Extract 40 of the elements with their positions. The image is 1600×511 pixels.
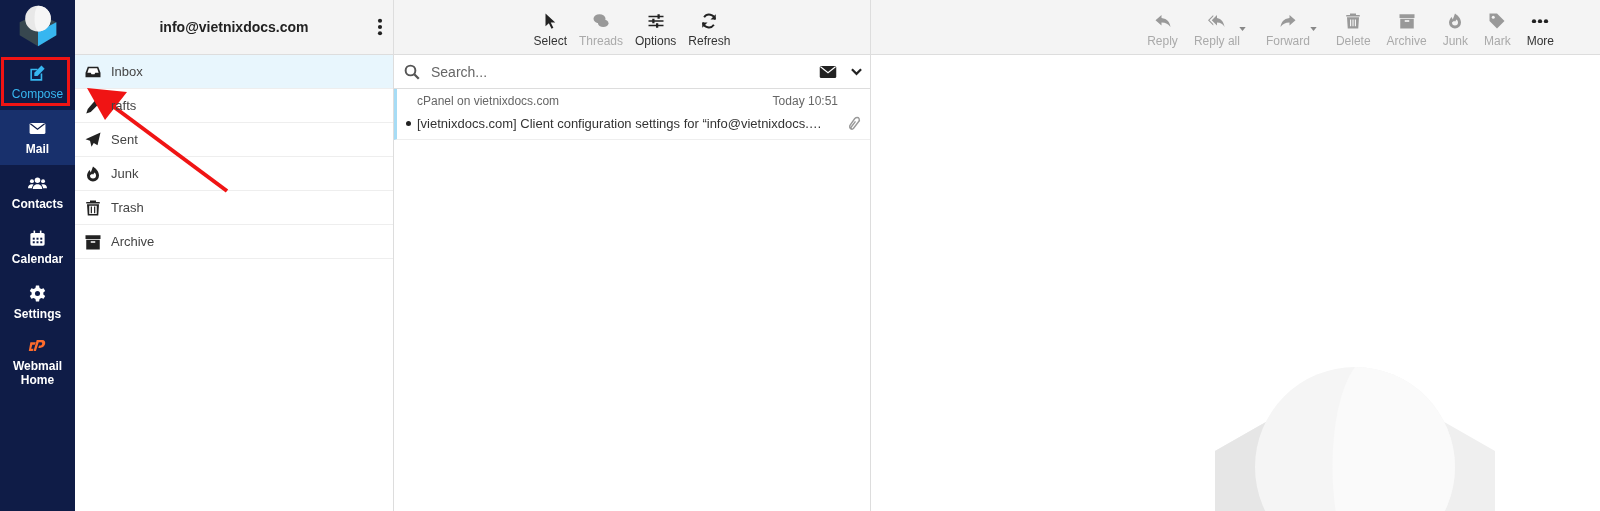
- message-subject: [vietnixdocs.com] Client configuration settings for “info@vietnixdocs.…: [417, 116, 823, 131]
- folder-item[interactable]: Inbox: [75, 55, 393, 89]
- paper-plane-icon: [84, 130, 102, 149]
- gear-icon: [28, 284, 47, 303]
- calendar-icon: [28, 229, 47, 248]
- folder-item[interactable]: Junk: [75, 157, 393, 191]
- nav-item[interactable]: Webmail Home: [0, 330, 75, 392]
- more-menu-icon[interactable]: [377, 18, 383, 36]
- nav-item[interactable]: Compose: [0, 55, 75, 110]
- account-email: info@vietnixdocs.com: [159, 19, 309, 35]
- toolbar-button[interactable]: More: [1518, 6, 1562, 48]
- trash-icon: [84, 198, 102, 217]
- message-sender: cPanel on vietnixdocs.com: [417, 94, 560, 108]
- tag-icon: [1488, 12, 1507, 30]
- highlight-frame: [1, 57, 70, 106]
- nav-item[interactable]: Calendar: [0, 220, 75, 275]
- archive-box-icon: [84, 232, 102, 251]
- toolbar-button[interactable]: Select: [528, 6, 572, 48]
- nav-item[interactable]: Contacts: [0, 165, 75, 220]
- compose-icon: [28, 64, 47, 83]
- message-row[interactable]: cPanel on vietnixdocs.com Today 10:51 [vietnixdocs.com] Client configuration settings for “info@vietnixdocs.…: [394, 89, 870, 140]
- search-field[interactable]: Search...: [429, 62, 811, 81]
- archive-box-icon: [1397, 12, 1416, 30]
- folder-item[interactable]: Sent: [75, 123, 393, 157]
- folder-item[interactable]: Archive: [75, 225, 393, 259]
- flame-icon: [84, 164, 102, 183]
- sliders-icon: [646, 12, 665, 30]
- chat-bubbles-icon: [592, 12, 610, 30]
- chevron-down-icon[interactable]: [851, 67, 862, 76]
- more-dots-icon: [1531, 18, 1550, 24]
- refresh-icon: [700, 12, 719, 30]
- search-icon: [403, 62, 421, 81]
- toolbar-button[interactable]: Refresh: [683, 6, 736, 48]
- trash-icon: [1344, 12, 1363, 30]
- folder-item[interactable]: Trash: [75, 191, 393, 225]
- nav-item[interactable]: Settings: [0, 275, 75, 330]
- nav-item[interactable]: Mail: [0, 110, 75, 165]
- envelope-icon[interactable]: [819, 64, 837, 79]
- toolbar-button[interactable]: Options: [630, 6, 682, 48]
- message-date: Today 10:51: [772, 94, 838, 108]
